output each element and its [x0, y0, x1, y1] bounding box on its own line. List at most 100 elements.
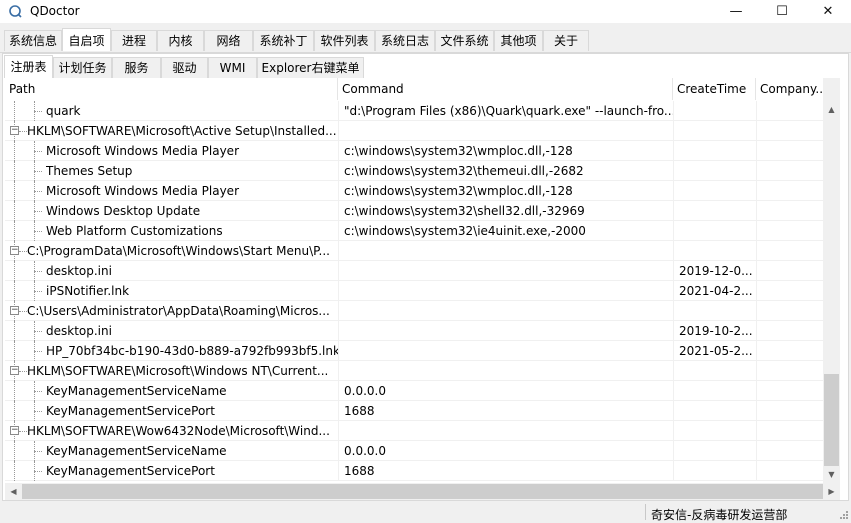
main-tab[interactable]: 内核	[157, 30, 204, 51]
sub-tab[interactable]: 驱动	[161, 57, 208, 78]
cell-createtime	[673, 461, 756, 481]
cell-createtime	[673, 161, 756, 181]
main-tab[interactable]: 进程	[111, 30, 157, 51]
scroll-right-arrow-icon[interactable]: ▶	[823, 483, 840, 500]
tree-line	[14, 441, 15, 461]
cell-path: HKLM\SOFTWARE\Microsoft\Windows NT\Curre…	[27, 364, 329, 378]
table-row[interactable]: Microsoft Windows Media Player c:\windows…	[5, 141, 823, 161]
scroll-up-arrow-icon[interactable]: ▲	[823, 101, 840, 118]
main-tab[interactable]: 关于	[543, 30, 589, 51]
main-tab[interactable]: 系统信息	[4, 30, 62, 51]
table-row[interactable]: Microsoft Windows Media Player c:\windows…	[5, 181, 823, 201]
cell-path: KeyManagementServicePort	[46, 464, 215, 478]
cell-company	[756, 401, 823, 421]
sub-tab[interactable]: WMI	[208, 57, 257, 78]
tree-line	[14, 141, 15, 161]
close-button[interactable]: ✕	[805, 0, 851, 23]
sub-tab[interactable]: 计划任务	[53, 57, 112, 78]
table-row[interactable]: KeyManagementServiceName 0.0.0.0	[5, 381, 823, 401]
cell-createtime	[673, 221, 756, 241]
main-tab-bar: 系统信息 自启项 进程 内核 网络 系统补丁 软件列表 系统日志 文件系统 其他项 关于	[0, 28, 851, 53]
table-row[interactable]: Themes Setup c:\windows\system32\themeui.…	[5, 161, 823, 181]
table-row[interactable]: quark "d:\Program Files (x86)\Quark\quark…	[5, 101, 823, 121]
scroll-down-arrow-icon[interactable]: ▼	[823, 466, 840, 483]
table-row[interactable]: KeyManagementServiceName 0.0.0.0	[5, 441, 823, 461]
main-tab[interactable]: 网络	[204, 30, 253, 51]
minimize-button[interactable]: —	[713, 0, 759, 23]
collapse-icon[interactable]: −	[10, 126, 19, 135]
cell-company	[756, 361, 823, 381]
tree-line	[34, 111, 42, 112]
table-row[interactable]: iPSNotifier.lnk 2021-04-2...	[5, 281, 823, 301]
table-row[interactable]: − C:\Users\Administrator\AppData\Roaming\…	[5, 301, 823, 321]
scroll-left-arrow-icon[interactable]: ◀	[5, 483, 22, 500]
cell-company	[756, 181, 823, 201]
main-tab[interactable]: 自启项	[62, 28, 111, 51]
sub-tab[interactable]: Explorer右键菜单	[257, 57, 364, 78]
cell-path: KeyManagementServiceName	[46, 384, 227, 398]
cell-createtime	[673, 181, 756, 201]
collapse-icon[interactable]: −	[10, 246, 19, 255]
collapse-icon[interactable]: −	[10, 306, 19, 315]
main-tab[interactable]: 系统日志	[375, 30, 435, 51]
horizontal-scroll-thumb[interactable]	[22, 484, 823, 499]
cell-createtime: 2019-10-2...	[673, 321, 756, 341]
table-row[interactable]: Web Platform Customizations c:\windows\sy…	[5, 221, 823, 241]
tree-line	[34, 471, 42, 472]
tree-line	[14, 281, 15, 301]
table-row[interactable]: − HKLM\SOFTWARE\Wow6432Node\Microsoft\Win…	[5, 421, 823, 441]
table-row[interactable]: HP_70bf34bc-b190-43d0-b889-a792fb993bf5.…	[5, 341, 823, 361]
table-row[interactable]: − C:\ProgramData\Microsoft\Windows\Start …	[5, 241, 823, 261]
table-header: Path Command CreateTime Company...	[5, 78, 823, 100]
horizontal-scrollbar[interactable]: ◀ ▶	[5, 483, 840, 500]
vertical-scrollbar[interactable]: ▲ ▼	[823, 78, 840, 483]
tree-line	[14, 381, 15, 401]
cell-command: c:\windows\system32\ie4uinit.exe,-2000	[338, 221, 673, 241]
cell-company	[756, 201, 823, 221]
cell-command: c:\windows\system32\wmploc.dll,-128	[338, 181, 673, 201]
table-row[interactable]: desktop.ini 2019-10-2...	[5, 321, 823, 341]
table-row[interactable]: KeyManagementServicePort 1688	[5, 401, 823, 421]
sub-tab[interactable]: 注册表	[4, 55, 53, 78]
collapse-icon[interactable]: −	[10, 426, 19, 435]
column-header-path[interactable]: Path	[5, 78, 338, 100]
cell-command: 1688	[338, 401, 673, 421]
cell-path: C:\ProgramData\Microsoft\Windows\Start M…	[27, 244, 330, 258]
collapse-icon[interactable]: −	[10, 366, 19, 375]
table-row[interactable]: Windows Desktop Update c:\windows\system3…	[5, 201, 823, 221]
main-tab[interactable]: 文件系统	[435, 30, 494, 51]
cell-command	[338, 361, 673, 381]
table-row[interactable]: − HKLM\SOFTWARE\Microsoft\Windows NT\Curr…	[5, 361, 823, 381]
vertical-scroll-thumb[interactable]	[824, 374, 839, 466]
cell-path: KeyManagementServicePort	[46, 404, 215, 418]
tree-line	[34, 211, 42, 212]
column-header-company[interactable]: Company...	[756, 78, 823, 100]
tree-line	[14, 461, 15, 481]
table-row[interactable]: desktop.ini 2019-12-0...	[5, 261, 823, 281]
cell-company	[756, 441, 823, 461]
column-header-createtime[interactable]: CreateTime	[673, 78, 756, 100]
cell-createtime: 2021-05-2...	[673, 341, 756, 361]
table-row[interactable]: KeyManagementServicePort 1688	[5, 461, 823, 481]
cell-createtime	[673, 101, 756, 121]
column-header-command[interactable]: Command	[338, 78, 673, 100]
cell-createtime	[673, 361, 756, 381]
table-row[interactable]: − HKLM\SOFTWARE\Microsoft\Active Setup\In…	[5, 121, 823, 141]
cell-company	[756, 341, 823, 361]
cell-company	[756, 121, 823, 141]
maximize-button[interactable]: ☐	[759, 0, 805, 23]
sub-tab[interactable]: 服务	[112, 57, 161, 78]
main-tab[interactable]: 其他项	[494, 30, 543, 51]
cell-createtime	[673, 401, 756, 421]
resize-grip-icon[interactable]	[839, 510, 849, 520]
tree-line	[19, 311, 27, 312]
cell-path: KeyManagementServiceName	[46, 444, 227, 458]
cell-createtime	[673, 301, 756, 321]
main-tab[interactable]: 软件列表	[314, 30, 375, 51]
cell-path: Windows Desktop Update	[46, 204, 201, 218]
cell-command	[338, 321, 673, 341]
cell-company	[756, 101, 823, 121]
main-tab[interactable]: 系统补丁	[253, 30, 314, 51]
title-bar: QDoctor — ☐ ✕	[0, 0, 851, 23]
tree-line	[34, 191, 42, 192]
